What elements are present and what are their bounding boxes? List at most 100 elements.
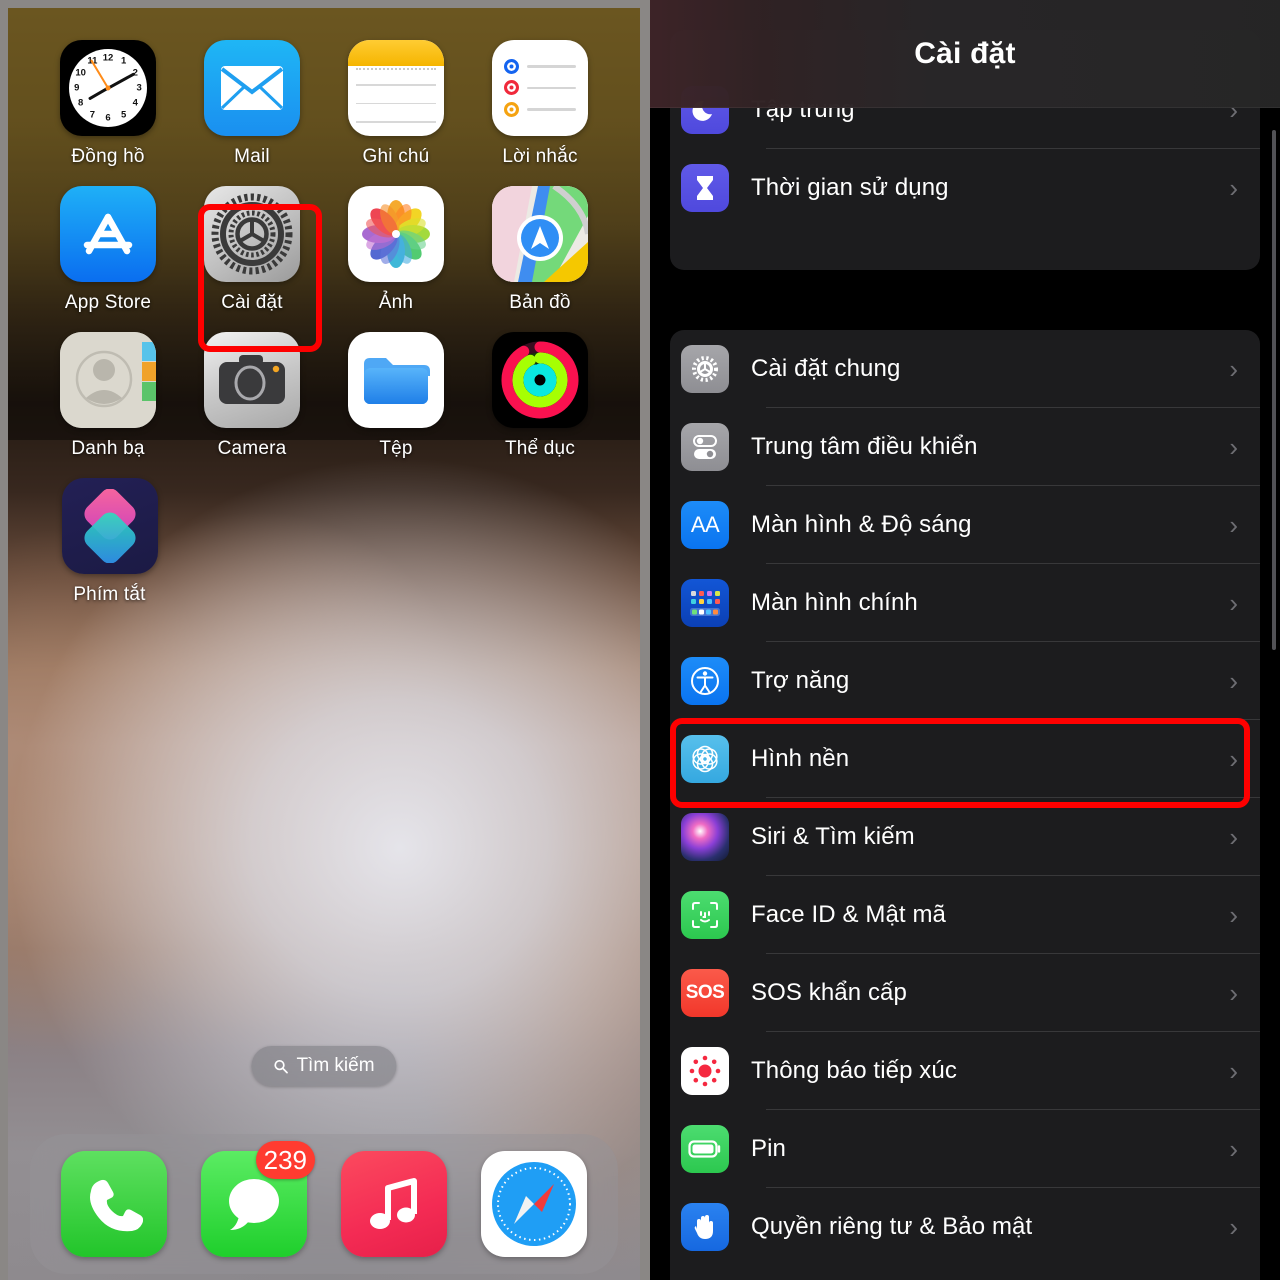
- app-grid-icon: [681, 578, 729, 627]
- app-row: 12 1 2 3 4 5 6 7 8 9 10 11: [36, 40, 612, 186]
- accessibility-icon: [681, 656, 729, 705]
- hand-icon: [681, 1202, 729, 1251]
- settings-row-pin[interactable]: Pin ›: [670, 1110, 1260, 1187]
- settings-row-man-hinh-chinh[interactable]: Màn hình chính ›: [670, 564, 1260, 641]
- chevron-right-icon: ›: [1229, 821, 1238, 852]
- app-dong-ho[interactable]: 12 1 2 3 4 5 6 7 8 9 10 11: [36, 40, 180, 168]
- settings-row-label: Hình nền: [751, 744, 850, 772]
- home-search-pill[interactable]: Tìm kiếm: [251, 1046, 397, 1086]
- app-phim-tat[interactable]: Phím tắt: [36, 478, 183, 606]
- chevron-right-icon: ›: [1229, 1133, 1238, 1164]
- app-icon-grid: 12 1 2 3 4 5 6 7 8 9 10 11: [8, 8, 640, 624]
- app-anh[interactable]: Ảnh: [324, 186, 468, 314]
- chevron-right-icon: ›: [1229, 743, 1238, 774]
- settings-row-thoi-gian-su-dung[interactable]: Thời gian sử dụng ›: [670, 149, 1260, 226]
- app-danh-ba[interactable]: Danh bạ: [36, 332, 180, 460]
- page-title: Cài đặt: [914, 36, 1016, 70]
- app-label: Lời nhắc: [502, 146, 578, 167]
- app-label: Bản đồ: [509, 292, 571, 313]
- app-camera[interactable]: Camera: [180, 332, 324, 460]
- gear-icon: [681, 344, 729, 393]
- settings-scroll-area[interactable]: Tập trung › Thời gian sử dụng › Cài đặt …: [650, 0, 1280, 1280]
- chevron-right-icon: ›: [1229, 172, 1238, 203]
- search-icon: [274, 1059, 288, 1073]
- chevron-right-icon: ›: [1229, 587, 1238, 618]
- app-the-duc[interactable]: Thể dục: [468, 332, 612, 460]
- settings-group-2: Cài đặt chung › Trung tâm điều khiển › A…: [670, 330, 1260, 1280]
- app-store-icon: [60, 186, 156, 282]
- settings-row-label: Cài đặt chung: [751, 354, 901, 382]
- settings-row-label: Thông báo tiếp xúc: [751, 1056, 957, 1084]
- app-row: Phím tắt: [36, 478, 612, 624]
- app-label: Mail: [234, 146, 270, 167]
- app-row: App Store Cài đặt Ảnh Bản đồ: [36, 186, 612, 332]
- sos-icon: SOS: [681, 968, 729, 1017]
- app-label: Phím tắt: [73, 584, 146, 605]
- app-label: Ảnh: [378, 292, 414, 313]
- aa-icon: AA: [681, 500, 729, 549]
- settings-row-label: Trung tâm điều khiển: [751, 432, 978, 460]
- settings-row-thong-bao-tiep-xuc[interactable]: Thông báo tiếp xúc ›: [670, 1032, 1260, 1109]
- exposure-icon: [681, 1046, 729, 1095]
- messages-badge: 239: [255, 1141, 315, 1179]
- app-cai-dat[interactable]: Cài đặt: [180, 186, 324, 314]
- app-label: Ghi chú: [362, 146, 430, 167]
- app-label: App Store: [64, 292, 152, 313]
- settings-row-label: Màn hình chính: [751, 588, 918, 616]
- search-pill-label: Tìm kiếm: [296, 1055, 375, 1076]
- settings-row-trung-tam-dieu-khien[interactable]: Trung tâm điều khiển ›: [670, 408, 1260, 485]
- app-app-store[interactable]: App Store: [36, 186, 180, 314]
- mail-icon: [204, 40, 300, 136]
- settings-row-label: Thời gian sử dụng: [751, 173, 949, 201]
- settings-gear-icon: [204, 186, 300, 282]
- chevron-right-icon: ›: [1229, 509, 1238, 540]
- battery-icon: [681, 1124, 729, 1173]
- settings-row-sos-khan-cap[interactable]: SOS SOS khẩn cấp ›: [670, 954, 1260, 1031]
- settings-row-face-id-mat-ma[interactable]: Face ID & Mật mã ›: [670, 876, 1260, 953]
- vertical-scrollbar[interactable]: [1272, 130, 1276, 650]
- safari-icon: [481, 1151, 587, 1257]
- app-label: Thể dục: [504, 438, 576, 459]
- siri-orb-icon: [681, 812, 729, 861]
- settings-row-label: Siri & Tìm kiếm: [751, 822, 915, 850]
- settings-row-label: Pin: [751, 1134, 786, 1162]
- settings-row-quyen-rieng-tu-bao-mat[interactable]: Quyền riêng tư & Bảo mật ›: [670, 1188, 1260, 1265]
- dock-app-music[interactable]: [341, 1151, 447, 1257]
- dock-app-messages[interactable]: 239: [201, 1141, 315, 1257]
- settings-screen: Tập trung › Thời gian sử dụng › Cài đặt …: [650, 0, 1280, 1280]
- chevron-right-icon: ›: [1229, 1055, 1238, 1086]
- fitness-icon: [492, 332, 588, 428]
- settings-row-cai-dat-chung[interactable]: Cài đặt chung ›: [670, 330, 1260, 407]
- chevron-right-icon: ›: [1229, 353, 1238, 384]
- shortcuts-icon: [61, 478, 158, 574]
- dock-app-phone[interactable]: [61, 1151, 167, 1257]
- settings-row-siri-tim-kiem[interactable]: Siri & Tìm kiếm ›: [670, 798, 1260, 875]
- app-loi-nhac[interactable]: Lời nhắc: [468, 40, 612, 168]
- settings-row-tro-nang[interactable]: Trợ năng ›: [670, 642, 1260, 719]
- iphone-home-screen: 12 1 2 3 4 5 6 7 8 9 10 11: [8, 8, 640, 1280]
- settings-row-label: Trợ năng: [751, 666, 850, 694]
- maps-icon: [492, 186, 588, 282]
- toggles-icon: [681, 422, 729, 471]
- app-ghi-chu[interactable]: Ghi chú: [324, 40, 468, 168]
- music-icon: [341, 1151, 447, 1257]
- face-id-icon: [681, 890, 729, 939]
- dock: 239: [30, 1134, 618, 1274]
- contacts-icon: [60, 332, 156, 428]
- settings-row-hinh-nen[interactable]: Hình nền ›: [670, 720, 1260, 797]
- app-ban-do[interactable]: Bản đồ: [468, 186, 612, 314]
- camera-icon: [204, 332, 300, 428]
- app-label: Danh bạ: [71, 438, 145, 459]
- app-mail[interactable]: Mail: [180, 40, 324, 168]
- settings-row-label: Face ID & Mật mã: [751, 900, 946, 928]
- phone-icon: [61, 1151, 167, 1257]
- app-label: Đồng hồ: [71, 146, 145, 167]
- app-label: Camera: [217, 438, 287, 459]
- chevron-right-icon: ›: [1229, 899, 1238, 930]
- dock-app-safari[interactable]: [481, 1151, 587, 1257]
- settings-row-man-hinh-do-sang[interactable]: AA Màn hình & Độ sáng ›: [670, 486, 1260, 563]
- app-tep[interactable]: Tệp: [324, 332, 468, 460]
- app-row: Danh bạ Camera Tệp Thể dục: [36, 332, 612, 478]
- settings-row-label: Quyền riêng tư & Bảo mật: [751, 1212, 1033, 1240]
- hourglass-icon: [681, 163, 729, 212]
